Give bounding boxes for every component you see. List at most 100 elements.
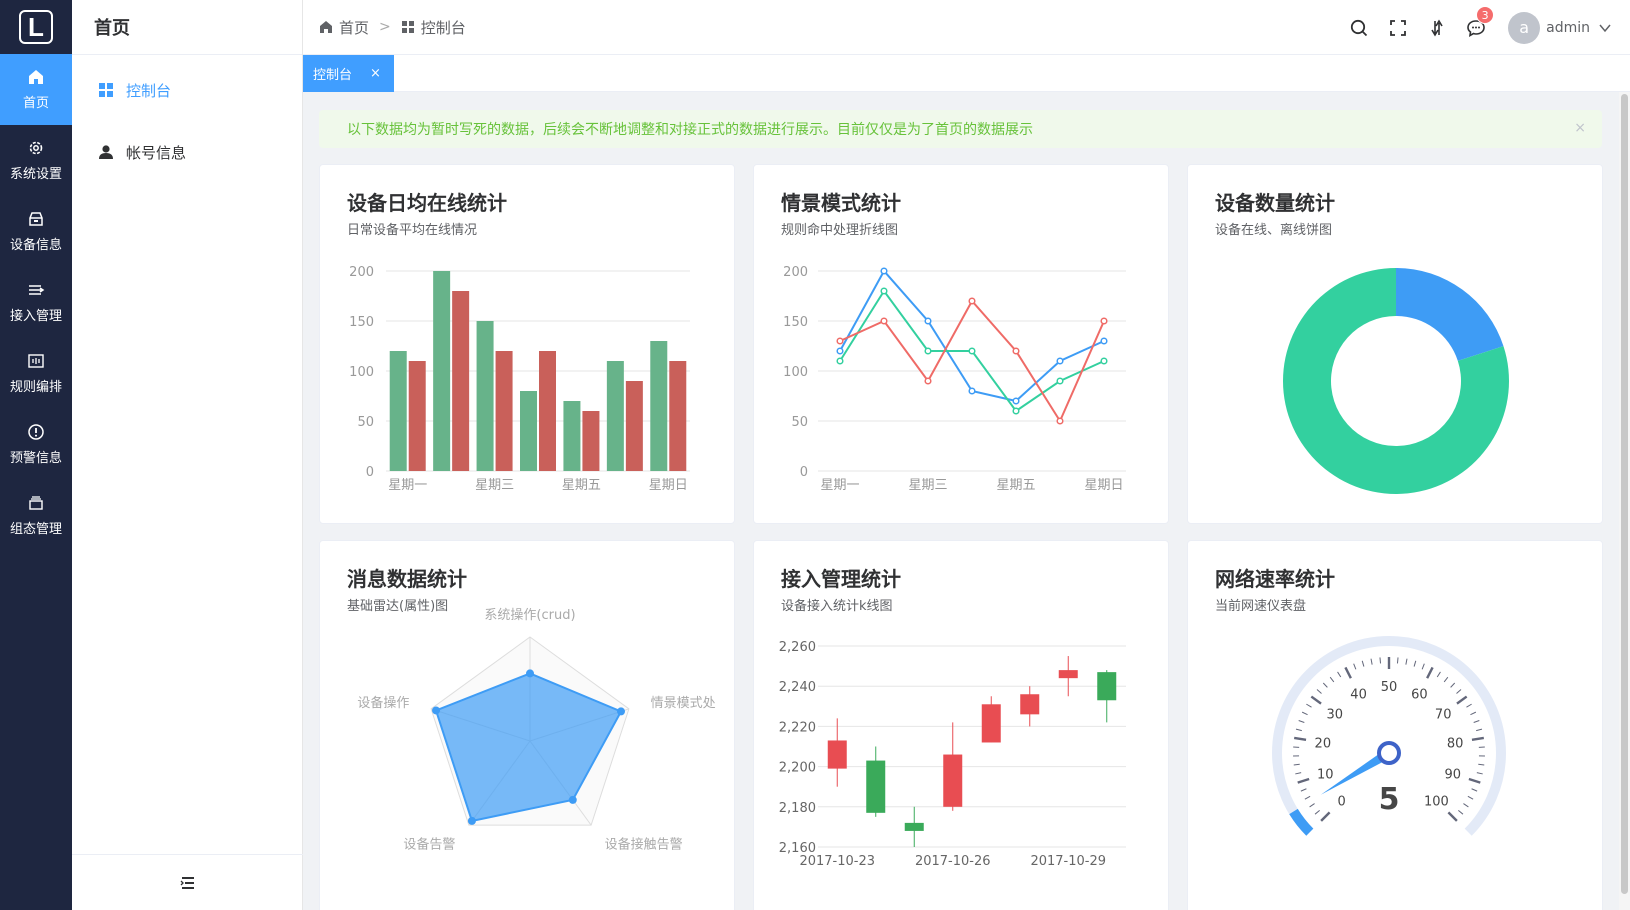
home-icon [320, 21, 332, 33]
rail-item-rule-orchestration[interactable]: 规则编排 [0, 338, 72, 409]
gauge-tick-label: 40 [1350, 687, 1367, 702]
avatar[interactable]: a [1508, 11, 1541, 44]
chevron-down-icon[interactable] [1598, 21, 1612, 35]
gauge-tick [1344, 666, 1352, 679]
y-tick-label: 50 [791, 415, 808, 430]
gauge-tick [1476, 772, 1483, 775]
tab-bar: 控制台 × [303, 55, 1630, 92]
gauge-tick [1447, 811, 1458, 822]
gauge-tick-label: 80 [1447, 737, 1464, 752]
y-tick-label: 200 [349, 265, 374, 280]
gauge-tick [1329, 676, 1335, 683]
card-subtitle: 设备在线、离线饼图 [1215, 223, 1333, 238]
app-logo[interactable]: L [0, 0, 72, 54]
content-scrollbar[interactable] [1619, 92, 1630, 910]
username[interactable]: admin [1546, 20, 1590, 36]
radar-indicator-label: 设备告警 [403, 837, 455, 853]
gauge-tick [1426, 666, 1434, 679]
data-point [1056, 357, 1064, 365]
rail-item-label: 组态管理 [9, 522, 62, 537]
gauge-tick [1297, 777, 1310, 784]
sidebar-item-account-info[interactable]: 帐号信息 [72, 121, 302, 183]
gauge-value: 5 [1379, 782, 1400, 817]
y-tick-label: 2,200 [779, 761, 816, 776]
gauge-tick [1456, 689, 1462, 694]
rail-item-home[interactable]: 首页 [0, 54, 72, 125]
gauge-tick [1463, 803, 1469, 808]
bar [389, 351, 407, 471]
breadcrumb-separator-icon: > [379, 19, 391, 35]
radar-indicator-label: 设备接触告警 [605, 837, 683, 853]
message-button[interactable]: 3 [1466, 5, 1495, 38]
rail-item-label: 系统设置 [9, 167, 62, 182]
bar [476, 321, 494, 471]
close-icon[interactable]: × [370, 66, 381, 81]
alert-text: 以下数据均为暂时写死的数据，后续会不断地调整和对接正式的数据进行展示。目前仅仅是… [347, 122, 1033, 138]
tab-label: 控制台 [313, 68, 353, 83]
bar [495, 351, 513, 471]
search-icon[interactable] [1349, 18, 1369, 38]
x-tick-label: 2017-10-29 [1030, 854, 1106, 869]
y-tick-label: 0 [366, 465, 374, 480]
card-title: 情景模式统计 [781, 191, 901, 215]
gauge-tick [1314, 809, 1320, 815]
rail-item-label: 预警信息 [9, 451, 62, 466]
data-point [968, 387, 976, 395]
candle-body [904, 822, 924, 831]
bar [433, 271, 451, 471]
data-point [880, 317, 888, 325]
breadcrumb-home[interactable]: 首页 [339, 17, 369, 38]
radar-indicator-label: 系统操作(crud) [484, 607, 575, 623]
card-subtitle: 设备接入统计k线图 [781, 599, 893, 614]
data-point [836, 357, 844, 365]
rail-item-config-management[interactable]: 组态管理 [0, 480, 72, 551]
radar-indicator-label: 情景模式处 [651, 696, 716, 711]
collapse-menu-icon[interactable] [180, 876, 196, 890]
data-point [1056, 377, 1064, 385]
fullscreen-icon[interactable] [1388, 18, 1408, 38]
rules-icon [28, 354, 44, 368]
candle-body [1020, 694, 1040, 715]
gauge-tick [1295, 772, 1302, 775]
sub-sidebar: 首页 控制台 帐号信息 [72, 0, 303, 910]
gauge-tick [1320, 811, 1331, 822]
sidebar-item-console[interactable]: 控制台 [72, 59, 302, 121]
gauge-tick [1396, 657, 1399, 664]
gauge-tick [1450, 682, 1456, 688]
rail-item-device-info[interactable]: 设备信息 [0, 196, 72, 267]
font-size-icon[interactable] [1427, 18, 1447, 38]
scrollbar-thumb[interactable] [1621, 94, 1628, 894]
data-point [1012, 407, 1020, 415]
home-icon [29, 70, 43, 84]
card-scene-mode: 0 50 100 150 200 星期一 星期三 星期五 星期日 情景模式统计 规则命中处理折线… [753, 164, 1169, 524]
x-tick-label: 2017-10-26 [915, 854, 991, 869]
gauge-tick [1476, 728, 1483, 732]
top-right-tools: 3 a admin [1330, 0, 1612, 55]
candle-body [981, 704, 1001, 743]
bar [669, 361, 687, 471]
gauge-anchor [1377, 741, 1401, 765]
close-icon[interactable]: × [1574, 120, 1586, 136]
rail-item-warning-info[interactable]: 预警信息 [0, 409, 72, 480]
y-tick-label: 150 [783, 315, 808, 330]
gauge-tick [1421, 663, 1425, 670]
card-subtitle: 当前网速仪表盘 [1215, 599, 1307, 614]
rail-item-system-settings[interactable]: 系统设置 [0, 125, 72, 196]
x-tick-label: 星期三 [475, 478, 514, 493]
bar [408, 361, 426, 471]
y-tick-label: 50 [357, 415, 374, 430]
gauge-tick [1322, 682, 1328, 688]
grid-icon [99, 83, 113, 97]
data-point [924, 317, 932, 325]
breadcrumb: 首页 > 控制台 [319, 17, 466, 38]
device-icon [29, 212, 43, 226]
user-icon [99, 145, 113, 159]
gauge-tick [1405, 658, 1408, 665]
rail-item-access-management[interactable]: 接入管理 [0, 267, 72, 338]
bar [539, 351, 556, 471]
tab-console[interactable]: 控制台 × [303, 55, 394, 92]
gauge-tick [1293, 763, 1300, 766]
gauge-tick [1337, 671, 1342, 678]
gauge-tick [1361, 660, 1365, 667]
candle-body [827, 740, 847, 769]
